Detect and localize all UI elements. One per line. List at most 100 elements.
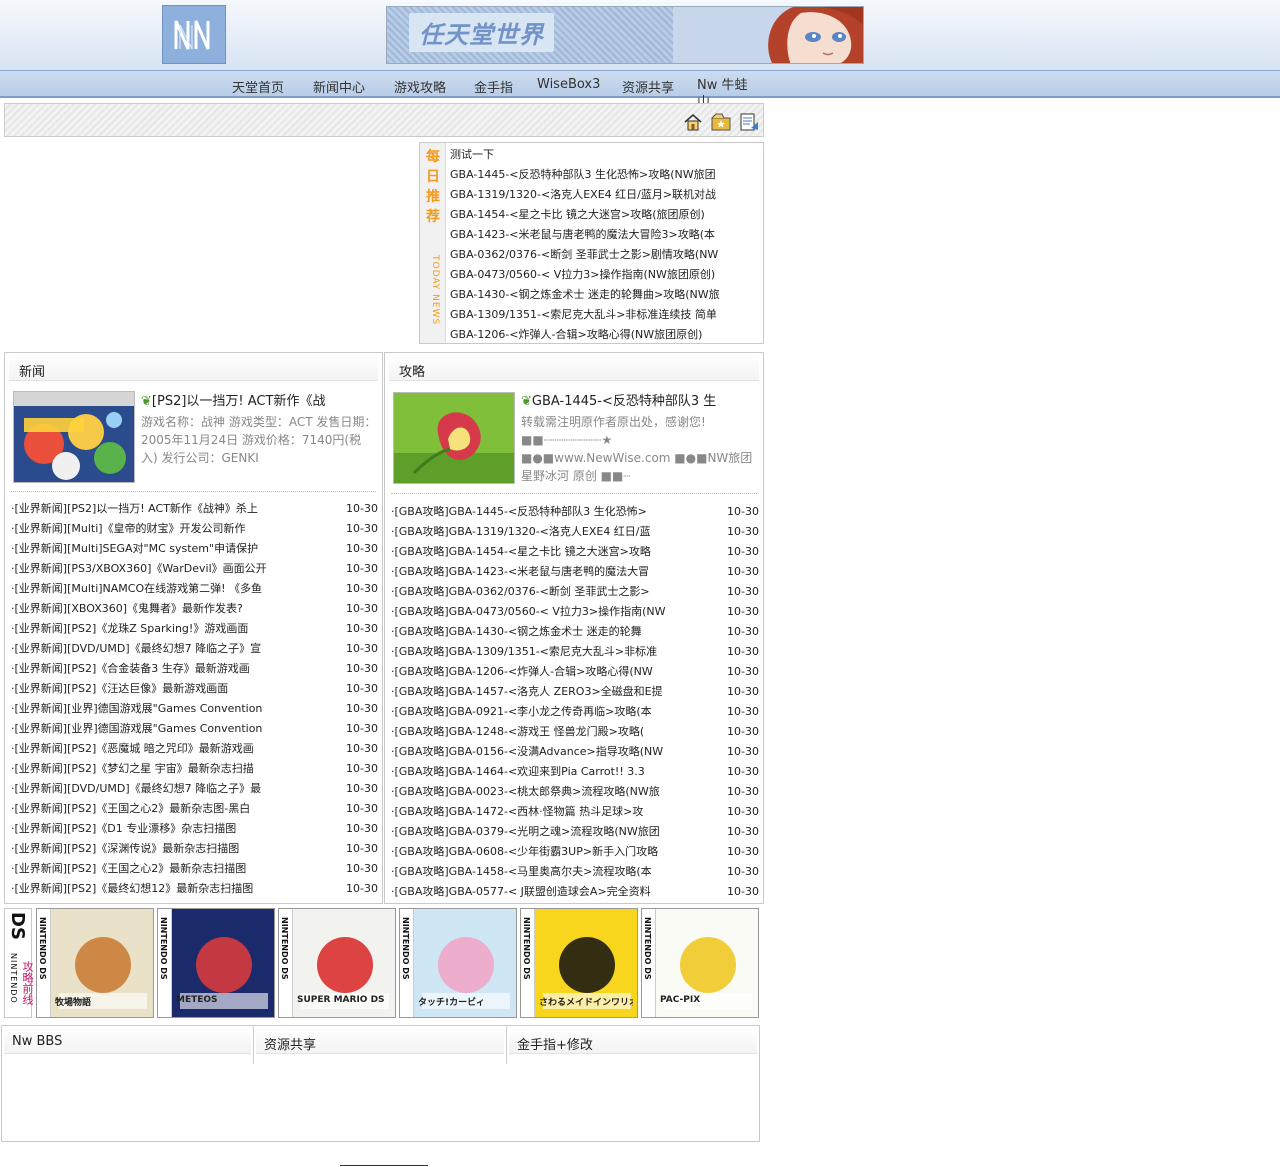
list-item[interactable]: ·[GBA攻略]GBA-1248-<游戏王 怪兽龙门殿>攻略(10-30 bbox=[391, 722, 759, 742]
guide-feature-title-row[interactable]: ❦GBA-1445-<反恐特种部队3 生 bbox=[521, 391, 757, 413]
list-item-title[interactable]: ·[GBA攻略]GBA-1423-<米老鼠与唐老鸭的魔法大冒 bbox=[391, 562, 715, 582]
list-item[interactable]: ·[业界新闻][PS2]《龙珠Z Sparking!》游戏画面 10-30 bbox=[11, 619, 378, 639]
list-item-title[interactable]: ·[GBA攻略]GBA-1206-<炸弹人-合辑>攻略心得(NW bbox=[391, 662, 715, 682]
list-item-title[interactable]: ·[业界新闻][Multi]《皇帝的财宝》开发公司新作 bbox=[11, 519, 334, 539]
harvest-moon-cover[interactable]: NINTENDO DS 牧場物語 bbox=[36, 908, 154, 1018]
home-icon[interactable] bbox=[683, 112, 703, 132]
list-item[interactable]: ·[GBA攻略]GBA-0156-<没满Advance>指导攻略(NW 10-30 bbox=[391, 742, 759, 762]
favorite-icon[interactable] bbox=[711, 112, 731, 132]
list-item-title[interactable]: ·[业界新闻][PS2]《王国之心2》最新杂志图-黑白 bbox=[11, 799, 334, 819]
list-item[interactable]: ·[业界新闻][业界]德国游戏展"Games Convention 10-30 bbox=[11, 719, 378, 739]
daily-item[interactable]: GBA-1206-<炸弹人-合辑>攻略心得(NW旅团原创) bbox=[450, 325, 758, 345]
list-item[interactable]: ·[GBA攻略]GBA-0023-<桃太郎祭典>流程攻略(NW旅 10-30 bbox=[391, 782, 759, 802]
list-item-title[interactable]: ·[GBA攻略]GBA-1464-<欢迎来到Pia Carrot!! 3.3 bbox=[391, 762, 715, 782]
list-item[interactable]: ·[GBA攻略]GBA-1472-<西林·怪物篇 热斗足球>攻 10-30 bbox=[391, 802, 759, 822]
pac-pix-cover[interactable]: NINTENDO DS PAC-PIX bbox=[641, 908, 759, 1018]
list-item[interactable]: ·[GBA攻略]GBA-1430-<钢之炼金术士 迷走的轮舞 10-30 bbox=[391, 622, 759, 642]
list-item[interactable]: ·[业界新闻][PS2]《D1 专业漂移》杂志扫描图 10-30 bbox=[11, 819, 378, 839]
list-item[interactable]: ·[GBA攻略]GBA-1309/1351-<索尼克大乱斗>非标准 10-30 bbox=[391, 642, 759, 662]
list-item-title[interactable]: ·[GBA攻略]GBA-1457-<洛克人 ZERO3>全磁盘和E提 bbox=[391, 682, 715, 702]
list-item-title[interactable]: ·[业界新闻][XBOX360]《鬼舞者》最新作发表? bbox=[11, 599, 334, 619]
warioware-touched-cover[interactable]: NINTENDO DS さわるメイドインワリオ bbox=[520, 908, 638, 1018]
list-item[interactable]: ·[业界新闻][PS2]《王国之心2》最新杂志扫描图 10-30 bbox=[11, 859, 378, 879]
list-item-title[interactable]: ·[业界新闻][PS2]《梦幻之星 宇宙》最新杂志扫描 bbox=[11, 759, 334, 779]
list-item[interactable]: ·[GBA攻略]GBA-1457-<洛克人 ZERO3>全磁盘和E提 10-30 bbox=[391, 682, 759, 702]
list-item[interactable]: ·[业界新闻][Multi]SEGA对"MC system"申请保护 10-30 bbox=[11, 539, 378, 559]
list-item-title[interactable]: ·[GBA攻略]GBA-1445-<反恐特种部队3 生化恐怖> bbox=[391, 502, 715, 522]
list-item-title[interactable]: ·[业界新闻][业界]德国游戏展"Games Convention bbox=[11, 719, 334, 739]
list-item-title[interactable]: ·[GBA攻略]GBA-0156-<没满Advance>指导攻略(NW bbox=[391, 742, 715, 762]
list-item-title[interactable]: ·[业界新闻][PS3/XBOX360]《WarDevil》画面公开 bbox=[11, 559, 334, 579]
list-item-title[interactable]: ·[业界新闻][PS2]《D1 专业漂移》杂志扫描图 bbox=[11, 819, 334, 839]
nav-guides[interactable]: 游戏攻略 bbox=[394, 77, 446, 96]
nav-news[interactable]: 新闻中心 bbox=[313, 77, 365, 96]
news-feature-image[interactable] bbox=[13, 391, 135, 483]
meteos-cover[interactable]: NINTENDO DS METEOS bbox=[157, 908, 275, 1018]
list-item[interactable]: ·[业界新闻][DVD/UMD]《最终幻想7 降临之子》宣 10-30 bbox=[11, 639, 378, 659]
list-item[interactable]: ·[GBA攻略]GBA-1423-<米老鼠与唐老鸭的魔法大冒 10-30 bbox=[391, 562, 759, 582]
nav-wisebox3[interactable]: WiseBox3 bbox=[537, 77, 600, 92]
list-item-title[interactable]: ·[业界新闻][Multi]SEGA对"MC system"申请保护 bbox=[11, 539, 334, 559]
list-item-title[interactable]: ·[业界新闻][PS2]《汪达巨像》最新游戏画面 bbox=[11, 679, 334, 699]
list-item[interactable]: ·[业界新闻][DVD/UMD]《最终幻想7 降临之子》最 10-30 bbox=[11, 779, 378, 799]
daily-item[interactable]: GBA-0362/0376-<断剑 圣菲武士之影>剧情攻略(NW bbox=[450, 245, 758, 265]
list-item-title[interactable]: ·[业界新闻][PS2]以一挡万! ACT新作《战神》杀上 bbox=[11, 499, 334, 519]
list-item[interactable]: ·[GBA攻略]GBA-1464-<欢迎来到Pia Carrot!! 3.3 10… bbox=[391, 762, 759, 782]
list-item-title[interactable]: ·[GBA攻略]GBA-1458-<马里奥高尔夫>流程攻略(本 bbox=[391, 862, 715, 882]
list-item-title[interactable]: ·[业界新闻][PS2]《最终幻想12》最新杂志扫描图 bbox=[11, 879, 334, 899]
super-mario-ds-cover[interactable]: NINTENDO DS SUPER MARIO DS bbox=[278, 908, 396, 1018]
cheats-header[interactable]: 金手指+修改 bbox=[509, 1028, 757, 1054]
nav-home[interactable]: 天堂首页 bbox=[232, 77, 284, 96]
list-item[interactable]: ·[GBA攻略]GBA-0379-<光明之魂>流程攻略(NW旅团 10-30 bbox=[391, 822, 759, 842]
list-item-title[interactable]: ·[业界新闻][PS2]《龙珠Z Sparking!》游戏画面 bbox=[11, 619, 334, 639]
kirby-cover[interactable]: NINTENDO DS タッチ!カービィ bbox=[399, 908, 517, 1018]
list-item[interactable]: ·[GBA攻略]GBA-1454-<星之卡比 镜之大迷宫>攻略 10-30 bbox=[391, 542, 759, 562]
list-item[interactable]: ·[GBA攻略]GBA-1458-<马里奥高尔夫>流程攻略(本 10-30 bbox=[391, 862, 759, 882]
list-item[interactable]: ·[GBA攻略]GBA-1445-<反恐特种部队3 生化恐怖> 10-30 bbox=[391, 502, 759, 522]
daily-item[interactable]: GBA-1430-<钢之炼金术士 迷走的轮舞曲>攻略(NW旅 bbox=[450, 285, 758, 305]
list-item-title[interactable]: ·[GBA攻略]GBA-0921-<李小龙之传奇再临>攻略(本 bbox=[391, 702, 715, 722]
list-item-title[interactable]: ·[业界新闻][DVD/UMD]《最终幻想7 降临之子》宣 bbox=[11, 639, 334, 659]
list-item[interactable]: ·[业界新闻][PS2]《王国之心2》最新杂志图-黑白 10-30 bbox=[11, 799, 378, 819]
list-item[interactable]: ·[GBA攻略]GBA-0362/0376-<断剑 圣菲武士之影> 10-30 bbox=[391, 582, 759, 602]
list-item-title[interactable]: ·[业界新闻][PS2]《恶魔城 暗之咒印》最新游戏画 bbox=[11, 739, 334, 759]
bbs-header[interactable]: Nw BBS bbox=[4, 1028, 251, 1054]
nintendo-ds-logo[interactable]: DS NINTENDO 攻略前线 bbox=[4, 908, 34, 1018]
daily-item[interactable]: GBA-1423-<米老鼠与唐老鸭的魔法大冒险3>攻略(本 bbox=[450, 225, 758, 245]
list-item[interactable]: ·[业界新闻][PS2]《汪达巨像》最新游戏画面 10-30 bbox=[11, 679, 378, 699]
list-item[interactable]: ·[GBA攻略]GBA-0577-< J联盟创造球会A>完全资料 10-30 bbox=[391, 882, 759, 902]
list-item[interactable]: ·[GBA攻略]GBA-0608-<少年街霸3UP>新手入门攻略 10-30 bbox=[391, 842, 759, 862]
list-item-title[interactable]: ·[业界新闻][DVD/UMD]《最终幻想7 降临之子》最 bbox=[11, 779, 334, 799]
list-item-title[interactable]: ·[业界新闻][业界]德国游戏展"Games Convention bbox=[11, 699, 334, 719]
list-item-title[interactable]: ·[业界新闻][PS2]《王国之心2》最新杂志扫描图 bbox=[11, 859, 334, 879]
news-feature-title-row[interactable]: ❦[PS2]以一挡万! ACT新作《战 bbox=[141, 391, 377, 413]
daily-item[interactable]: GBA-1309/1351-<索尼克大乱斗>非标准连续技 简单 bbox=[450, 305, 758, 325]
list-item-title[interactable]: ·[GBA攻略]GBA-1472-<西林·怪物篇 热斗足球>攻 bbox=[391, 802, 715, 822]
list-item[interactable]: ·[业界新闻][Multi]NAMCO在线游戏第二弹! 《多鱼 10-30 bbox=[11, 579, 378, 599]
list-item-title[interactable]: ·[GBA攻略]GBA-0473/0560-< V拉力3>操作指南(NW bbox=[391, 602, 715, 622]
nav-cheats[interactable]: 金手指 bbox=[474, 77, 513, 96]
list-item-title[interactable]: ·[GBA攻略]GBA-0577-< J联盟创造球会A>完全资料 bbox=[391, 882, 715, 902]
list-item[interactable]: ·[GBA攻略]GBA-1319/1320-<洛克人EXE4 红日/蓝 10-30 bbox=[391, 522, 759, 542]
daily-item[interactable]: 测试一下 bbox=[450, 145, 758, 165]
daily-item[interactable]: GBA-1319/1320-<洛克人EXE4 红日/蓝月>联机对战 bbox=[450, 185, 758, 205]
list-item-title[interactable]: ·[GBA攻略]GBA-0362/0376-<断剑 圣菲武士之影> bbox=[391, 582, 715, 602]
list-item[interactable]: ·[业界新闻][PS3/XBOX360]《WarDevil》画面公开 10-30 bbox=[11, 559, 378, 579]
list-item-title[interactable]: ·[业界新闻][PS2]《合金装备3 生存》最新游戏画 bbox=[11, 659, 334, 679]
list-item[interactable]: ·[业界新闻][PS2]《合金装备3 生存》最新游戏画 10-30 bbox=[11, 659, 378, 679]
list-item[interactable]: ·[GBA攻略]GBA-0473/0560-< V拉力3>操作指南(NW 10-3… bbox=[391, 602, 759, 622]
list-item-title[interactable]: ·[GBA攻略]GBA-1248-<游戏王 怪兽龙门殿>攻略( bbox=[391, 722, 715, 742]
list-item-title[interactable]: ·[GBA攻略]GBA-0379-<光明之魂>流程攻略(NW旅团 bbox=[391, 822, 715, 842]
list-item[interactable]: ·[业界新闻][PS2]《梦幻之星 宇宙》最新杂志扫描 10-30 bbox=[11, 759, 378, 779]
nav-resources[interactable]: 资源共享 bbox=[622, 77, 674, 96]
list-item-title[interactable]: ·[GBA攻略]GBA-0023-<桃太郎祭典>流程攻略(NW旅 bbox=[391, 782, 715, 802]
list-item[interactable]: ·[业界新闻][XBOX360]《鬼舞者》最新作发表? 10-30 bbox=[11, 599, 378, 619]
list-item-title[interactable]: ·[GBA攻略]GBA-1454-<星之卡比 镜之大迷宫>攻略 bbox=[391, 542, 715, 562]
list-item[interactable]: ·[GBA攻略]GBA-0921-<李小龙之传奇再临>攻略(本 10-30 bbox=[391, 702, 759, 722]
list-item-title[interactable]: ·[GBA攻略]GBA-1309/1351-<索尼克大乱斗>非标准 bbox=[391, 642, 715, 662]
daily-item[interactable]: GBA-0473/0560-< V拉力3>操作指南(NW旅团原创) bbox=[450, 265, 758, 285]
daily-item[interactable]: GBA-1445-<反恐特种部队3 生化恐怖>攻略(NW旅团 bbox=[450, 165, 758, 185]
site-logo[interactable] bbox=[162, 5, 226, 64]
contact-icon[interactable] bbox=[739, 112, 759, 132]
daily-item[interactable]: GBA-1454-<星之卡比 镜之大迷宫>攻略(旅团原创) bbox=[450, 205, 758, 225]
